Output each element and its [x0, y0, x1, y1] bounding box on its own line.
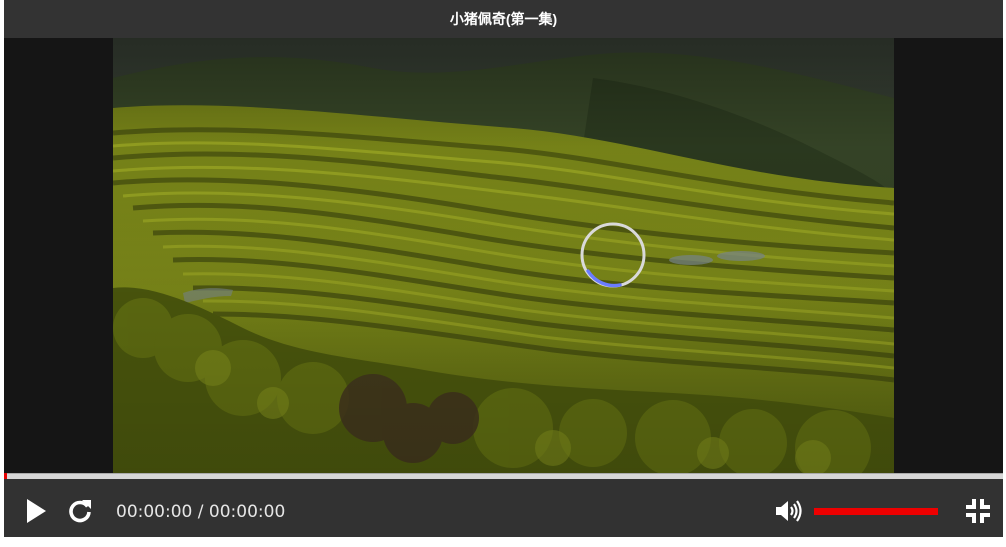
exit-fullscreen-button[interactable]	[964, 497, 992, 525]
volume-icon	[776, 500, 802, 522]
video-title-bar: 小猪佩奇(第一集)	[4, 0, 1003, 38]
duration: 00:00:00	[208, 502, 286, 522]
time-separator: /	[197, 502, 204, 522]
video-poster-image	[113, 38, 894, 473]
video-player: 小猪佩奇(第一集) 00:00:00 / 00:00:00	[4, 0, 1003, 537]
volume-level	[814, 508, 938, 515]
replay-icon	[69, 500, 91, 523]
loading-spinner-icon	[580, 222, 646, 288]
time-display: 00:00:00 / 00:00:00	[116, 502, 285, 522]
volume-slider[interactable]	[814, 508, 938, 515]
play-button[interactable]	[22, 497, 50, 525]
exit-fullscreen-icon	[966, 499, 990, 523]
video-area[interactable]	[4, 38, 1003, 473]
video-frame[interactable]	[113, 38, 894, 473]
current-time: 00:00:00	[116, 502, 193, 522]
play-icon	[27, 499, 46, 523]
volume-button[interactable]	[774, 497, 804, 525]
replay-button[interactable]	[66, 497, 94, 525]
video-title: 小猪佩奇(第一集)	[449, 11, 558, 27]
control-bar: 00:00:00 / 00:00:00	[4, 479, 1003, 537]
